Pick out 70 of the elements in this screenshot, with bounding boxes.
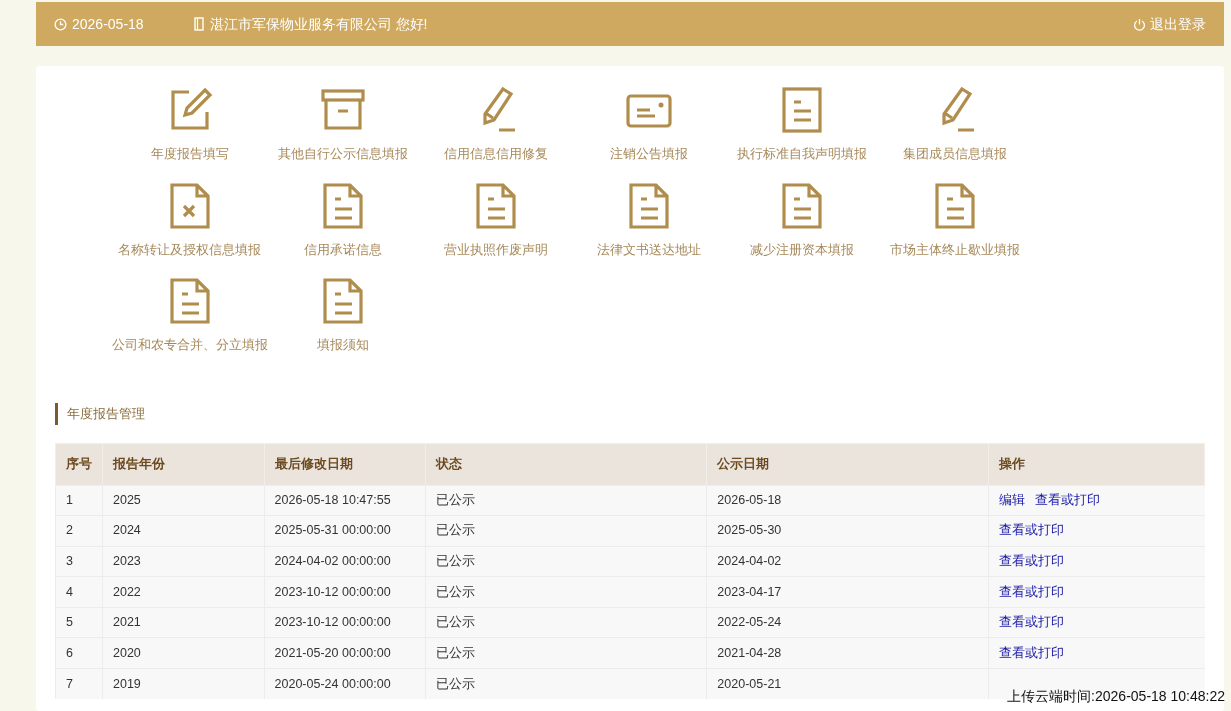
- action-link[interactable]: 查看或打印: [999, 523, 1065, 538]
- table-cell: 2021: [113, 615, 141, 630]
- greeting-text: 湛江市军保物业服务有限公司 您好!: [209, 14, 428, 34]
- upload-time-text: 上传云端时间:2026-05-18 10:48:22: [1007, 687, 1225, 706]
- action-link[interactable]: 查看或打印: [1035, 492, 1101, 507]
- table-cell: 2024: [113, 523, 141, 538]
- menu-tile[interactable]: 法律文书送达地址: [572, 181, 725, 259]
- table-cell: 4: [66, 584, 73, 599]
- table-cell: 2020: [113, 645, 141, 660]
- menu-tile[interactable]: 年度报告填写: [113, 86, 266, 164]
- action-link[interactable]: 查看或打印: [999, 554, 1065, 568]
- table-cell: 3: [66, 554, 73, 568]
- table-cell: 2025: [113, 492, 141, 507]
- menu-tile[interactable]: 信用信息信用修复: [419, 86, 572, 164]
- table-cell: 2023: [113, 554, 141, 568]
- action-link[interactable]: 查看或打印: [999, 645, 1065, 660]
- table-cell: 2026-05-18 10:47:55: [274, 492, 391, 507]
- column-header: 序号: [55, 443, 103, 485]
- table-cell: 6: [66, 645, 73, 660]
- column-header: 最后修改日期: [264, 443, 426, 485]
- table-cell: 2020-05-21: [717, 676, 782, 691]
- menu-tile[interactable]: 执行标准自我声明填报: [725, 86, 878, 164]
- table-cell: 7: [66, 676, 73, 691]
- menu-tile[interactable]: 营业执照作废声明: [419, 181, 572, 259]
- table-cell: 2024-04-02 00:00:00: [274, 554, 391, 568]
- table-cell: 2020-05-24 00:00:00: [274, 676, 391, 691]
- action-link[interactable]: 查看或打印: [999, 615, 1065, 630]
- menu-tile[interactable]: 名称转让及授权信息填报: [113, 181, 266, 259]
- logout-link[interactable]: 退出登录: [1133, 13, 1206, 35]
- table-cell: 2023-10-12 00:00:00: [274, 615, 391, 630]
- menu-tile[interactable]: 公司和农专合并、分立填报: [113, 277, 266, 355]
- table-cell: 已公示: [436, 615, 476, 630]
- current-date: 2026-05-18: [72, 14, 144, 34]
- action-link[interactable]: 查看或打印: [999, 584, 1065, 599]
- menu-tile[interactable]: 减少注册资本填报: [725, 181, 878, 259]
- column-header: 报告年份: [102, 443, 265, 485]
- column-header: 操作: [988, 443, 1205, 485]
- clock-icon: [54, 17, 67, 31]
- column-header: 公示日期: [706, 443, 989, 485]
- table-cell: 1: [66, 492, 73, 507]
- table-cell: 2024-04-02: [717, 554, 782, 568]
- table-cell: 2021-05-20 00:00:00: [274, 645, 391, 660]
- table-cell: 2022-05-24: [717, 615, 782, 630]
- table-cell: 已公示: [436, 523, 476, 538]
- table-cell: 5: [66, 615, 73, 630]
- table-cell: 2023-04-17: [717, 584, 782, 599]
- action-link[interactable]: 编辑: [999, 492, 1026, 507]
- table-cell: 2019: [113, 676, 141, 691]
- power-icon: [1133, 17, 1146, 31]
- menu-tile[interactable]: 市场主体终止歇业填报: [878, 181, 1031, 259]
- table-cell: 已公示: [436, 676, 476, 691]
- table-cell: 2023-10-12 00:00:00: [274, 584, 391, 599]
- menu-tile[interactable]: 填报须知: [266, 277, 419, 355]
- table-cell: 已公示: [436, 492, 476, 507]
- table-cell: 2025-05-30: [717, 523, 782, 538]
- menu-tile[interactable]: 集团成员信息填报: [878, 86, 1031, 164]
- table-cell: 2026-05-18: [717, 492, 782, 507]
- table-cell: 2021-04-28: [717, 645, 782, 660]
- menu-tile[interactable]: 信用承诺信息: [266, 181, 419, 259]
- table-cell: 2: [66, 523, 73, 538]
- table-cell: 2022: [113, 584, 141, 599]
- table-cell: 已公示: [436, 554, 476, 568]
- table-cell: 已公示: [436, 645, 476, 660]
- menu-tile[interactable]: 其他自行公示信息填报: [266, 86, 419, 164]
- table-cell: 已公示: [436, 584, 476, 599]
- table-cell: 2025-05-31 00:00:00: [274, 523, 391, 538]
- menu-tile[interactable]: 注销公告填报: [572, 86, 725, 164]
- section-title: 年度报告管理: [55, 402, 1224, 425]
- column-header: 状态: [425, 443, 707, 485]
- notebook-icon: [193, 17, 204, 31]
